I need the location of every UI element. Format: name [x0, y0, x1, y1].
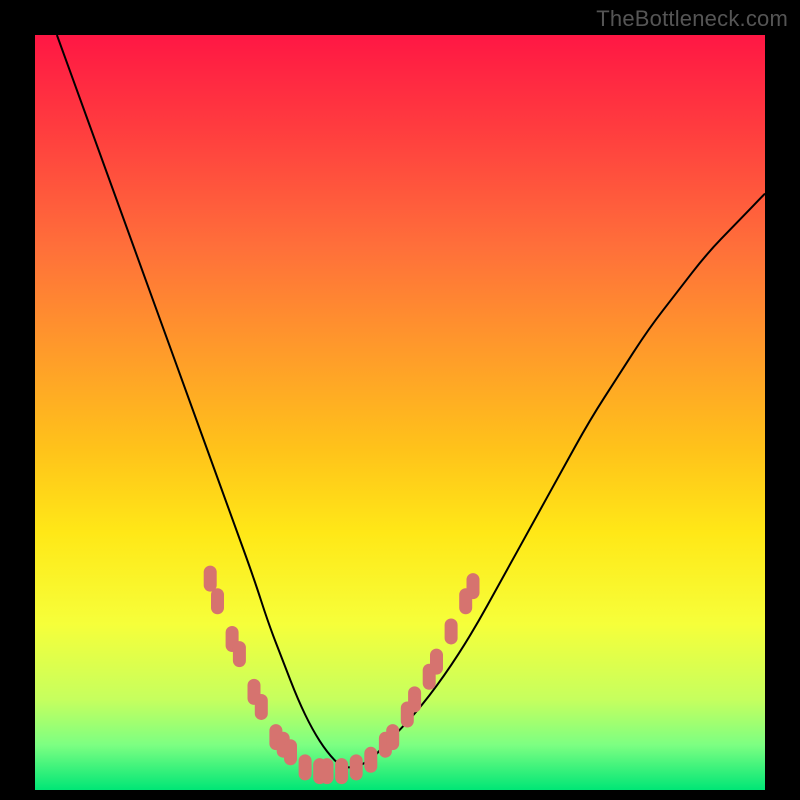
marker-point: [430, 649, 443, 675]
marker-point: [211, 588, 224, 614]
marker-point: [284, 739, 297, 765]
marker-point: [445, 618, 458, 644]
marker-point: [364, 747, 377, 773]
bottleneck-plot: [0, 0, 800, 800]
marker-point: [467, 573, 480, 599]
marker-point: [321, 758, 334, 784]
marker-point: [408, 686, 421, 712]
chart-stage: TheBottleneck.com: [0, 0, 800, 800]
marker-point: [350, 754, 363, 780]
marker-point: [255, 694, 268, 720]
marker-point: [204, 566, 217, 592]
gradient-background: [35, 35, 765, 790]
watermark-text: TheBottleneck.com: [596, 6, 788, 32]
marker-point: [386, 724, 399, 750]
marker-point: [335, 758, 348, 784]
marker-point: [299, 754, 312, 780]
marker-point: [233, 641, 246, 667]
